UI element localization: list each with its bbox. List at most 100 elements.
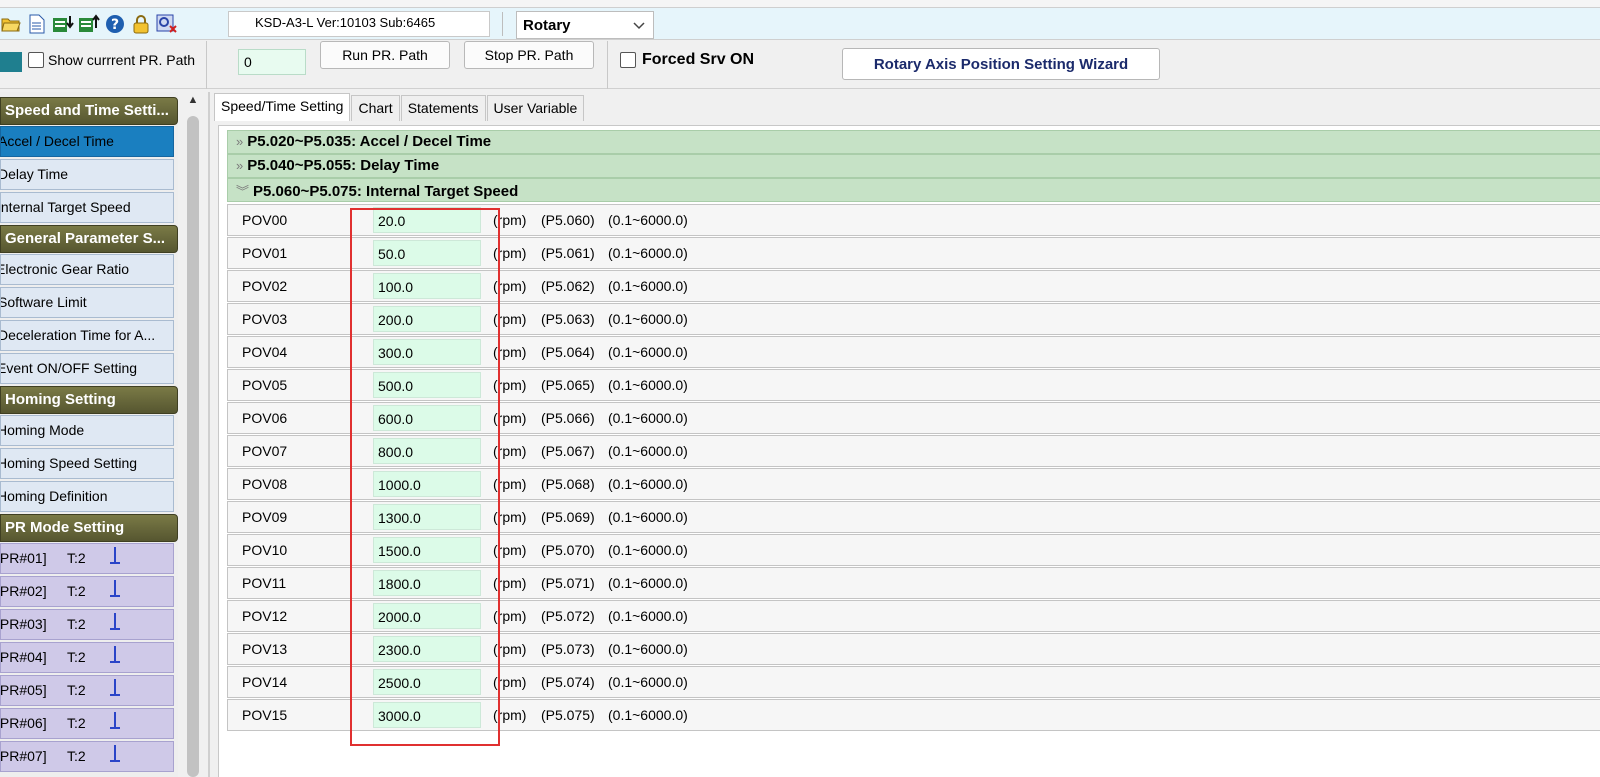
param-unit: (rpm) bbox=[493, 344, 527, 360]
pr-path-icon bbox=[109, 611, 121, 636]
group-delay-time[interactable]: » P5.040~P5.055: Delay Time bbox=[227, 154, 1600, 178]
forced-srv-on-box[interactable] bbox=[620, 52, 636, 68]
param-code: (P5.071) bbox=[541, 575, 595, 591]
param-value-input[interactable]: 1300.0 bbox=[373, 504, 481, 530]
run-pr-path-button[interactable]: Run PR. Path bbox=[320, 41, 450, 69]
param-value-input[interactable]: 200.0 bbox=[373, 306, 481, 332]
param-name: POV04 bbox=[242, 344, 288, 360]
param-value-input[interactable]: 2300.0 bbox=[373, 636, 481, 662]
tab-statements[interactable]: Statements bbox=[400, 95, 486, 121]
param-value-input[interactable]: 20.0 bbox=[373, 207, 481, 233]
sidebar-pr-item[interactable]: [PR#02] T:2 bbox=[0, 576, 174, 607]
param-value-input[interactable]: 2000.0 bbox=[373, 603, 481, 629]
sidebar-header-pr-mode[interactable]: PR Mode Setting bbox=[0, 514, 178, 542]
sidebar-header-homing[interactable]: Homing Setting bbox=[0, 386, 178, 414]
tab-chart[interactable]: Chart bbox=[351, 95, 400, 121]
tab-bar: Speed/Time Setting Chart Statements User… bbox=[214, 93, 585, 121]
new-file-icon[interactable] bbox=[26, 13, 48, 35]
sidebar-item-event-on-off[interactable]: Event ON/OFF Setting bbox=[0, 353, 174, 384]
show-pr-path-checkbox[interactable]: Show currrent PR. Path bbox=[28, 52, 203, 68]
group-internal-target-speed[interactable]: ︾ P5.060~P5.075: Internal Target Speed bbox=[227, 178, 1600, 202]
bar-separator bbox=[607, 41, 608, 89]
param-value-input[interactable]: 100.0 bbox=[373, 273, 481, 299]
pr-type: T:2 bbox=[67, 748, 86, 764]
tab-user-variable[interactable]: User Variable bbox=[486, 95, 585, 121]
upload-icon[interactable] bbox=[78, 13, 100, 35]
sidebar-item-homing-speed[interactable]: Homing Speed Setting bbox=[0, 448, 174, 479]
param-range: (0.1~6000.0) bbox=[608, 344, 688, 360]
tab-speed-time-setting[interactable]: Speed/Time Setting bbox=[214, 93, 351, 121]
forced-srv-on-checkbox[interactable]: Forced Srv ON bbox=[620, 51, 754, 69]
param-value-input[interactable]: 2500.0 bbox=[373, 669, 481, 695]
search-settings-icon[interactable] bbox=[156, 13, 178, 35]
help-icon[interactable]: ? bbox=[104, 13, 126, 35]
pr-path-number-input[interactable]: 0 bbox=[238, 49, 306, 75]
pr-label: [PR#01] bbox=[0, 550, 47, 566]
param-row: POV03 200.0 (rpm) (P5.063) (0.1~6000.0) bbox=[227, 303, 1600, 335]
pr-type: T:2 bbox=[67, 550, 86, 566]
sidebar-pr-item[interactable]: [PR#07] T:2 bbox=[0, 741, 174, 772]
sidebar-pr-item[interactable]: [PR#01] T:2 bbox=[0, 543, 174, 574]
sidebar-item-software-limit[interactable]: Software Limit bbox=[0, 287, 174, 318]
forced-srv-on-label: Forced Srv ON bbox=[642, 51, 755, 68]
sidebar-item-internal-target-speed[interactable]: Internal Target Speed bbox=[0, 192, 174, 223]
param-value-input[interactable]: 1500.0 bbox=[373, 537, 481, 563]
panel-divider[interactable] bbox=[208, 92, 210, 777]
param-row: POV07 800.0 (rpm) (P5.067) (0.1~6000.0) bbox=[227, 435, 1600, 467]
path-control-bar: Show currrent PR. Path 0 Run PR. Path St… bbox=[0, 41, 1600, 89]
param-name: POV00 bbox=[242, 212, 288, 228]
param-unit: (rpm) bbox=[493, 575, 527, 591]
param-value-input[interactable]: 3000.0 bbox=[373, 702, 481, 728]
param-value-input[interactable]: 800.0 bbox=[373, 438, 481, 464]
download-icon[interactable] bbox=[52, 13, 74, 35]
param-range: (0.1~6000.0) bbox=[608, 476, 688, 492]
param-range: (0.1~6000.0) bbox=[608, 641, 688, 657]
sidebar-item-homing-definition[interactable]: Homing Definition bbox=[0, 481, 174, 512]
lock-icon[interactable] bbox=[130, 13, 152, 35]
param-range: (0.1~6000.0) bbox=[608, 707, 688, 723]
param-value-input[interactable]: 50.0 bbox=[373, 240, 481, 266]
sidebar-item-label: Event ON/OFF Setting bbox=[0, 360, 138, 376]
param-unit: (rpm) bbox=[493, 674, 527, 690]
mode-select[interactable]: Rotary bbox=[516, 11, 654, 39]
sidebar-pr-item[interactable]: [PR#06] T:2 bbox=[0, 708, 174, 739]
param-range: (0.1~6000.0) bbox=[608, 542, 688, 558]
param-value-input[interactable]: 300.0 bbox=[373, 339, 481, 365]
param-value-input[interactable]: 1800.0 bbox=[373, 570, 481, 596]
open-folder-icon[interactable] bbox=[0, 13, 22, 35]
sidebar-pr-item[interactable]: [PR#05] T:2 bbox=[0, 675, 174, 706]
sidebar-item-deceleration-time[interactable]: Deceleration Time for A... bbox=[0, 320, 174, 351]
param-range: (0.1~6000.0) bbox=[608, 245, 688, 261]
param-value-input[interactable]: 600.0 bbox=[373, 405, 481, 431]
param-name: POV09 bbox=[242, 509, 288, 525]
param-value-input[interactable]: 500.0 bbox=[373, 372, 481, 398]
scroll-up-icon[interactable]: ▲ bbox=[185, 94, 201, 110]
stop-pr-path-button[interactable]: Stop PR. Path bbox=[464, 41, 594, 69]
pr-type: T:2 bbox=[67, 682, 86, 698]
param-name: POV07 bbox=[242, 443, 288, 459]
sidebar-scrollbar[interactable]: ▲ bbox=[183, 92, 203, 777]
rotary-axis-wizard-button[interactable]: Rotary Axis Position Setting Wizard bbox=[842, 48, 1160, 80]
sidebar-item-label: Internal Target Speed bbox=[0, 199, 131, 215]
param-name: POV06 bbox=[242, 410, 288, 426]
param-row: POV01 50.0 (rpm) (P5.061) (0.1~6000.0) bbox=[227, 237, 1600, 269]
param-code: (P5.074) bbox=[541, 674, 595, 690]
sidebar-pr-item[interactable]: [PR#04] T:2 bbox=[0, 642, 174, 673]
scroll-thumb[interactable] bbox=[187, 116, 199, 777]
pr-type: T:2 bbox=[67, 715, 86, 731]
show-pr-path-box[interactable] bbox=[28, 52, 44, 68]
sidebar-header-speed-time[interactable]: Speed and Time Setti... bbox=[0, 97, 178, 125]
param-name: POV03 bbox=[242, 311, 288, 327]
sidebar-item-accel-decel[interactable]: Accel / Decel Time bbox=[0, 126, 174, 157]
param-unit: (rpm) bbox=[493, 278, 527, 294]
pr-type: T:2 bbox=[67, 616, 86, 632]
sidebar-item-electronic-gear-ratio[interactable]: Electronic Gear Ratio bbox=[0, 254, 174, 285]
sidebar-item-delay-time[interactable]: Delay Time bbox=[0, 159, 174, 190]
group-accel-decel[interactable]: » P5.020~P5.035: Accel / Decel Time bbox=[227, 130, 1600, 154]
param-unit: (rpm) bbox=[493, 641, 527, 657]
param-value-input[interactable]: 1000.0 bbox=[373, 471, 481, 497]
param-name: POV10 bbox=[242, 542, 288, 558]
sidebar-header-general[interactable]: General Parameter S... bbox=[0, 225, 178, 253]
sidebar-pr-item[interactable]: [PR#03] T:2 bbox=[0, 609, 174, 640]
sidebar-item-homing-mode[interactable]: Homing Mode bbox=[0, 415, 174, 446]
